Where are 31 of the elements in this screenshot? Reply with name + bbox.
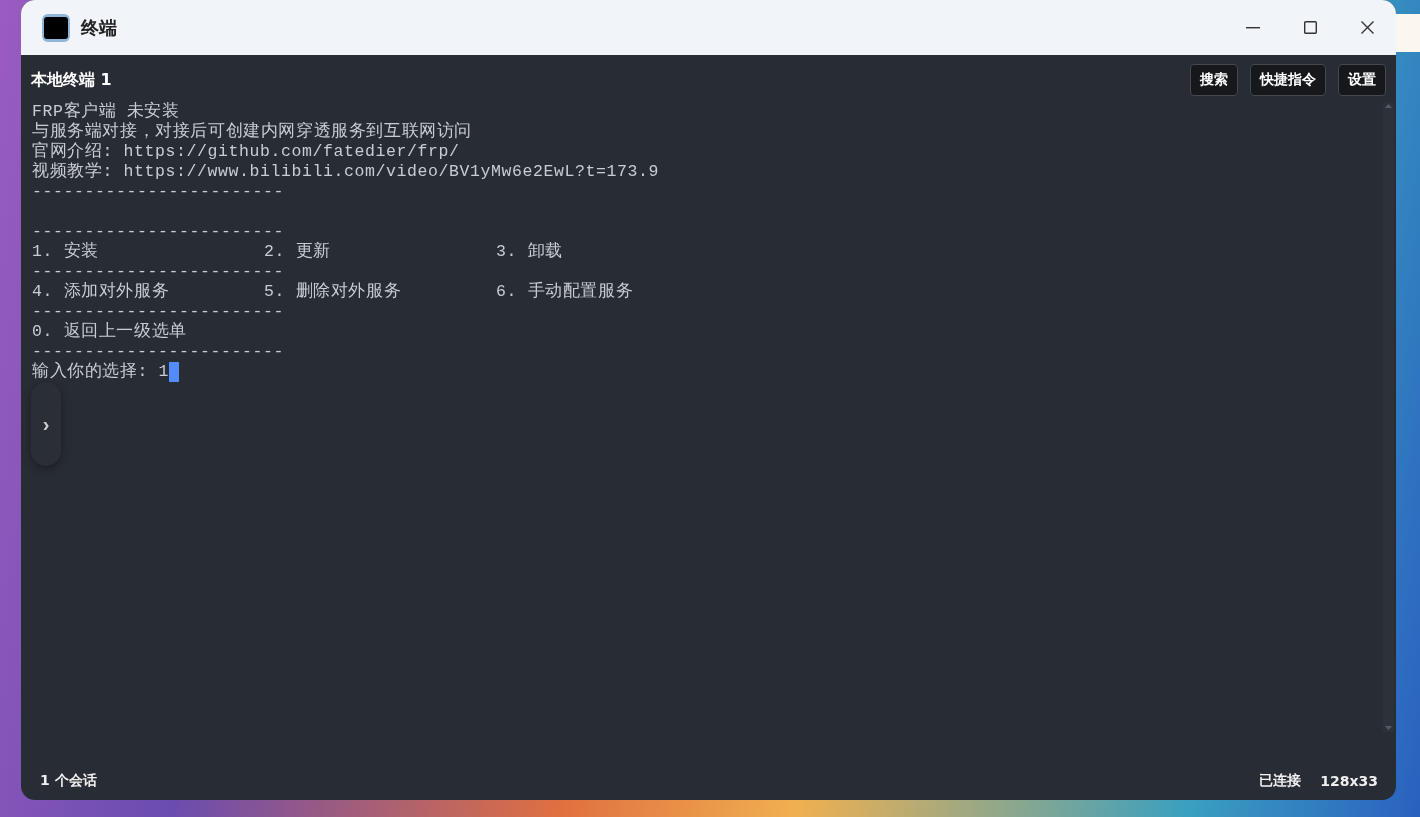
terminal-separator: ------------------------ — [32, 342, 286, 362]
menu-option: 3. 卸载 — [496, 242, 728, 262]
terminal-separator: ------------------------ — [32, 182, 286, 202]
terminal-tab-title[interactable]: 本地终端 1 — [31, 69, 112, 91]
toolbar-button[interactable]: 搜索 — [1190, 64, 1238, 96]
terminal-line: 与服务端对接，对接后可创建内网穿透服务到互联网访问 — [32, 122, 473, 141]
terminal-line: 视频教学: https://www.bilibili.com/video/BV1yMw6e2EwL?t=173.9 — [32, 162, 660, 182]
terminal-line: FRP客户端 未安装 — [32, 102, 181, 122]
app-icon — [42, 13, 70, 42]
terminal-separator: ------------------------ — [32, 302, 286, 322]
window-title: 终端 — [81, 15, 117, 40]
minimize-icon[interactable] — [1246, 26, 1260, 29]
maximize-icon[interactable] — [1304, 21, 1317, 34]
prompt-text: 输入你的选择: — [32, 362, 150, 382]
menu-option: 5. 删除对外服务 — [264, 282, 496, 302]
terminal-line: 官网介绍: https://github.com/fatedier/frp/ — [32, 142, 461, 162]
menu-option: 4. 添加对外服务 — [32, 282, 264, 302]
terminal-separator: ------------------------ — [32, 262, 286, 282]
menu-option: 0. 返回上一级选单 — [32, 322, 264, 342]
close-icon[interactable] — [1361, 21, 1374, 34]
connection-status: 已连接 — [1259, 772, 1302, 790]
session-count: 1 个会话 — [40, 772, 97, 790]
terminal-separator: ------------------------ — [32, 222, 286, 241]
toolbar-button[interactable]: 设置 — [1338, 64, 1386, 96]
menu-option: 1. 安装 — [32, 242, 264, 262]
toolbar-button[interactable]: 快捷指令 — [1250, 64, 1326, 96]
menu-option: 6. 手动配置服务 — [496, 282, 728, 302]
terminal-size: 128x33 — [1320, 773, 1378, 789]
input-text: 1 — [158, 362, 170, 382]
menu-option: 2. 更新 — [264, 242, 496, 262]
side-panel-toggle[interactable]: › — [31, 382, 61, 466]
